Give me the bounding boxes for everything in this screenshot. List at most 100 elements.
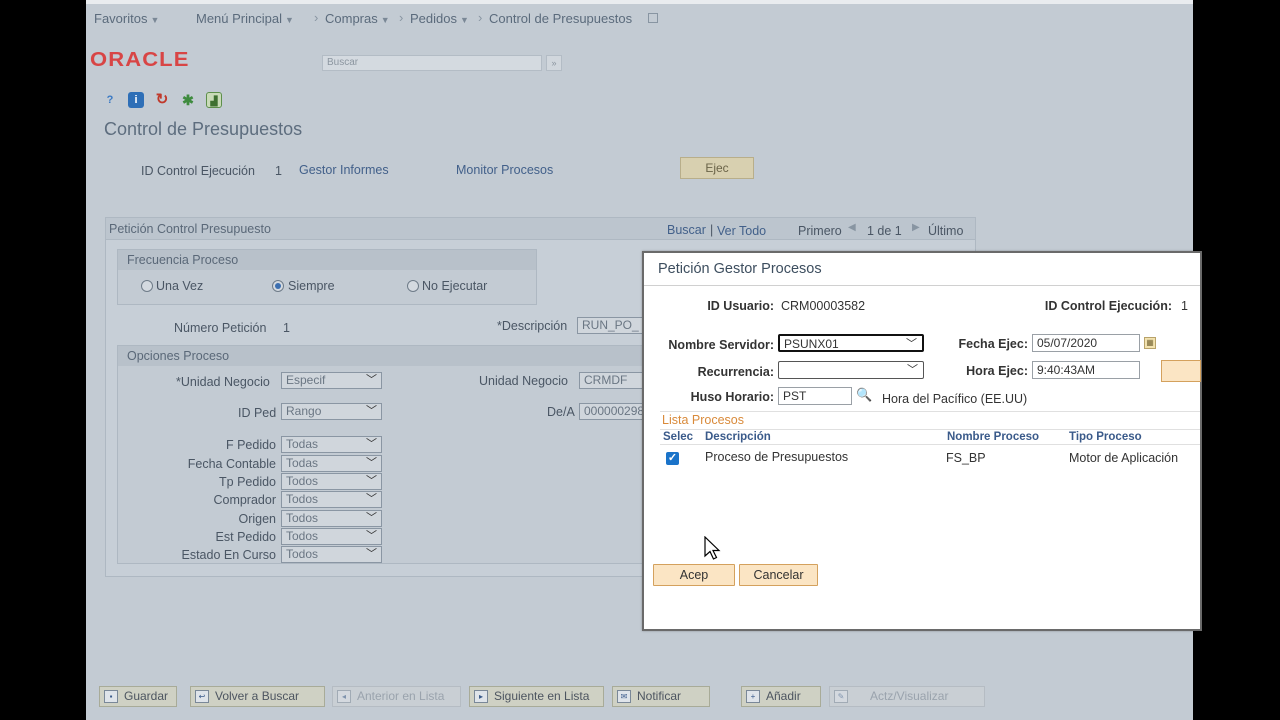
breadcrumb-separator: › — [478, 10, 483, 25]
buscar-link[interactable]: Buscar — [667, 223, 706, 237]
ejec-button[interactable]: Ejec — [680, 157, 754, 179]
chevron-down-icon: ﹀ — [366, 457, 377, 469]
actualizar-visualizar-button[interactable]: ✎ Actz/Visualizar — [829, 686, 985, 707]
option-label: Origen — [238, 512, 276, 526]
notificar-button[interactable]: ✉ Notificar — [612, 686, 710, 707]
radio-una-vez-label: Una Vez — [156, 279, 204, 293]
chevron-down-icon: ﹀ — [366, 475, 377, 487]
next-icon: ▸ — [474, 690, 488, 703]
nav-favoritos-label: Favoritos — [94, 11, 148, 26]
option-select[interactable]: Todos ﹀ — [281, 473, 382, 490]
calendar-icon[interactable]: ▦ — [1144, 337, 1156, 349]
siguiente-lista-button[interactable]: ▸ Siguiente en Lista — [469, 686, 604, 707]
recurrencia-label: Recurrencia: — [697, 365, 774, 379]
numero-peticion-value: 1 — [283, 321, 290, 335]
opciones-title: Opciones Proceso — [118, 346, 656, 366]
next-arrow-icon[interactable]: ▶ — [912, 222, 920, 233]
new-window-icon[interactable] — [648, 13, 658, 23]
chevron-down-icon: ﹀ — [366, 438, 377, 450]
gestor-informes-link[interactable]: Gestor Informes — [299, 163, 389, 177]
chart-icon[interactable]: ▟ — [206, 92, 222, 108]
hora-input[interactable]: 9:40:43AM — [1032, 361, 1140, 379]
chevron-down-icon: ﹀ — [366, 493, 377, 505]
restablecer-button[interactable] — [1161, 360, 1201, 382]
id-ped-select-value: Rango — [286, 404, 322, 418]
breadcrumb-separator: › — [314, 10, 319, 25]
chevron-down-icon: ▼ — [380, 15, 390, 25]
option-select[interactable]: Todos ﹀ — [281, 491, 382, 508]
option-select[interactable]: Todos ﹀ — [281, 546, 382, 563]
radio-siempre[interactable] — [272, 280, 284, 292]
save-icon: ▪ — [104, 690, 118, 703]
ver-todo-link[interactable]: Ver Todo — [717, 224, 766, 238]
chevron-down-icon: ﹀ — [366, 512, 377, 524]
prev-arrow-icon[interactable]: ◀ — [848, 222, 856, 233]
process-scheduler-dialog: Petición Gestor Procesos ID Usuario: CRM… — [642, 251, 1202, 631]
nav-control-label: Control de Presupuestos — [489, 11, 633, 26]
nav-favoritos[interactable]: Favoritos ▼ — [94, 11, 159, 26]
id-ped-select[interactable]: Rango ﹀ — [281, 403, 382, 420]
chevron-down-icon: ▼ — [459, 15, 469, 25]
servidor-select[interactable]: PSUNX01 ﹀ — [778, 334, 924, 352]
nav-menu-principal[interactable]: Menú Principal ▼ — [196, 11, 294, 26]
option-select-value: Todos — [286, 492, 319, 506]
unidad-negocio-input[interactable]: CRMDF — [579, 372, 649, 389]
acep-button[interactable]: Acep — [653, 564, 735, 586]
option-select[interactable]: Todos ﹀ — [281, 510, 382, 527]
nav-pedidos[interactable]: Pedidos ▼ — [410, 11, 469, 26]
nav-control-presupuestos[interactable]: Control de Presupuestos — [489, 11, 632, 26]
nav-compras[interactable]: Compras ▼ — [325, 11, 390, 26]
gear-icon[interactable]: ✱ — [180, 92, 196, 108]
option-select[interactable]: Todos ﹀ — [281, 528, 382, 545]
option-label: Fecha Contable — [187, 457, 276, 471]
huso-desc: Hora del Pacífico (EE.UU) — [882, 392, 1028, 406]
unidad-negocio-req-label: *Unidad Negocio — [176, 375, 270, 389]
huso-input[interactable]: PST — [778, 387, 852, 405]
help-icon[interactable]: ? — [102, 92, 118, 108]
anadir-button[interactable]: + Añadir — [741, 686, 821, 707]
volver-buscar-button[interactable]: ↩ Volver a Buscar — [190, 686, 325, 707]
fecha-input[interactable]: 05/07/2020 — [1032, 334, 1140, 352]
option-label: F Pedido — [225, 438, 276, 452]
lookup-icon[interactable]: 🔍 — [856, 387, 872, 403]
radio-siempre-label: Siempre — [288, 279, 335, 293]
servidor-select-value: PSUNX01 — [784, 337, 839, 351]
dea-input[interactable]: 000000298 — [579, 403, 649, 420]
frecuencia-group: Frecuencia Proceso Una Vez Siempre No Ej… — [117, 249, 537, 305]
guardar-button[interactable]: ▪ Guardar — [99, 686, 177, 707]
notify-icon: ✉ — [617, 690, 631, 703]
monitor-procesos-link[interactable]: Monitor Procesos — [456, 163, 553, 177]
id-usuario-value: CRM00003582 — [781, 299, 866, 313]
option-select[interactable]: Todas ﹀ — [281, 436, 382, 453]
nav-pedidos-label: Pedidos — [410, 11, 457, 26]
unidad-negocio-select[interactable]: Especif ﹀ — [281, 372, 382, 389]
id-ped-label: ID Ped — [238, 406, 277, 420]
fecha-label: Fecha Ejec: — [958, 337, 1028, 351]
cancelar-button[interactable]: Cancelar — [739, 564, 818, 586]
option-select-value: Todos — [286, 547, 319, 561]
recurrencia-select[interactable]: ﹀ — [778, 361, 924, 379]
info-icon[interactable]: i — [128, 92, 144, 108]
oracle-logo: ORACLE — [90, 49, 190, 71]
chevron-down-icon: ﹀ — [906, 338, 917, 350]
anterior-label: Anterior en Lista — [357, 689, 445, 703]
breadcrumb-separator: › — [399, 10, 404, 25]
radio-no-ejecutar[interactable] — [407, 280, 419, 292]
search-button[interactable]: » — [546, 55, 562, 71]
refresh-icon[interactable]: ↻ — [154, 92, 170, 108]
option-label: Estado En Curso — [181, 548, 277, 562]
process-select-checkbox[interactable]: ✓ — [666, 452, 679, 465]
dea-label: De/A — [547, 405, 575, 419]
primero-link[interactable]: Primero — [798, 224, 842, 238]
ultimo-link[interactable]: Último — [928, 224, 963, 238]
run-control-value: 1 — [275, 164, 282, 178]
search-input[interactable]: Buscar — [322, 55, 542, 71]
option-select[interactable]: Todas ﹀ — [281, 455, 382, 472]
process-tipo: Motor de Aplicación — [1069, 451, 1179, 465]
radio-una-vez[interactable] — [141, 280, 153, 292]
anterior-lista-button[interactable]: ◂ Anterior en Lista — [332, 686, 461, 707]
add-icon: + — [746, 690, 760, 703]
chevron-down-icon: ▼ — [150, 15, 160, 25]
nav-menu-principal-label: Menú Principal — [196, 11, 282, 26]
descripcion-input[interactable]: RUN_PO_ — [577, 317, 647, 334]
